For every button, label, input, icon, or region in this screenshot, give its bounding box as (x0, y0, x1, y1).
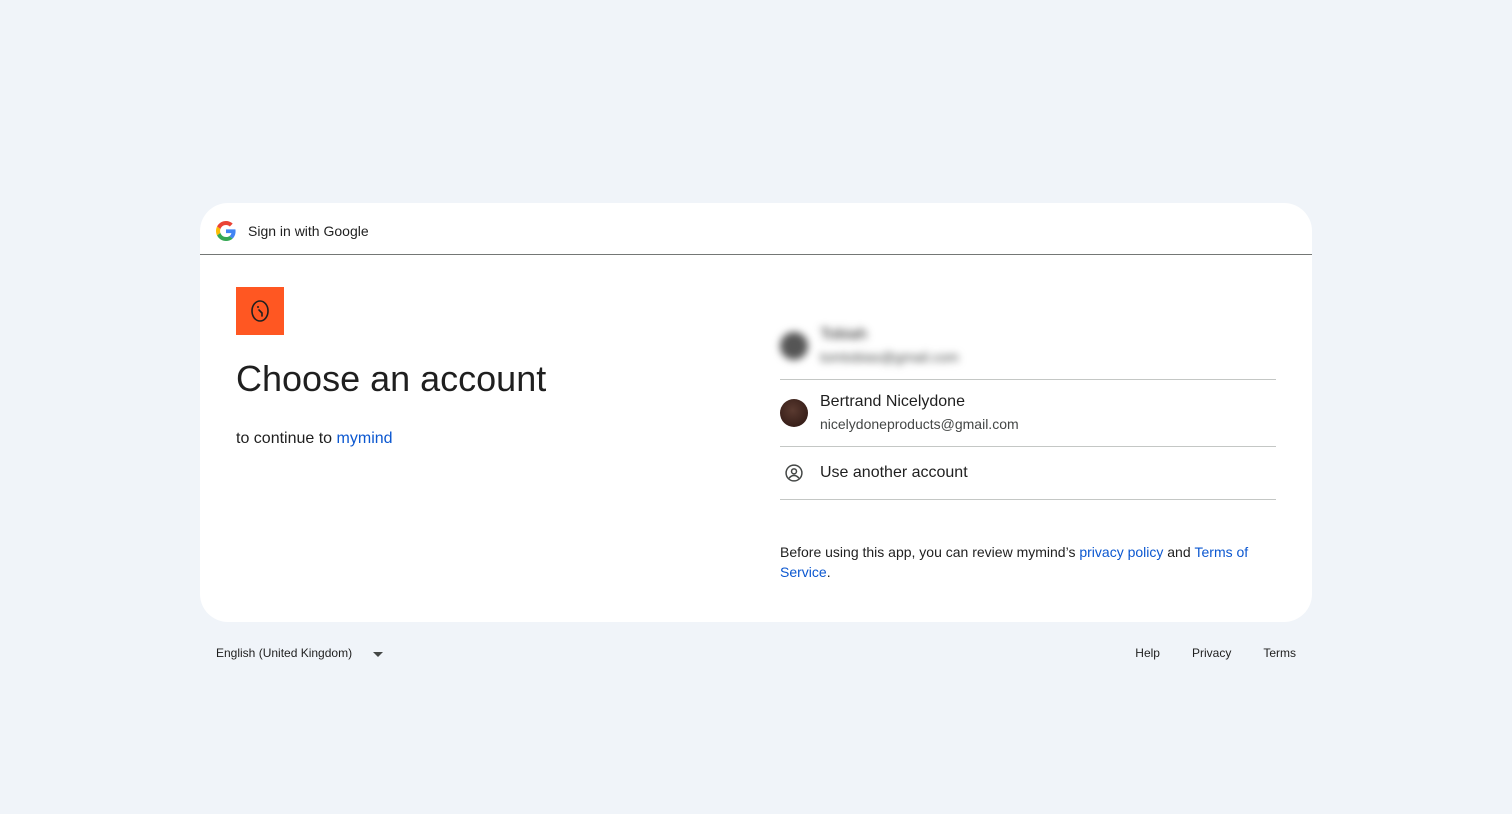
account-list: Tobiah tomtobias@gmail.com Bertrand Nice… (780, 313, 1276, 500)
disclaimer-period: . (826, 564, 831, 580)
account-item[interactable]: Bertrand Nicelydone nicelydoneproducts@g… (780, 380, 1276, 447)
account-email: nicelydoneproducts@gmail.com (820, 416, 1019, 432)
app-name-link[interactable]: mymind (337, 430, 393, 447)
google-g-icon (216, 221, 236, 241)
account-name: Bertrand Nicelydone (820, 393, 965, 410)
subtitle: to continue to mymind (236, 429, 393, 449)
sign-in-card: Sign in with Google Choose an account to… (200, 203, 1312, 622)
account-item[interactable]: Tobiah tomtobias@gmail.com (780, 313, 1276, 380)
page-title: Choose an account (236, 358, 547, 399)
language-selector[interactable]: English (United Kingdom) (216, 645, 352, 661)
terms-link[interactable]: Terms (1263, 645, 1296, 661)
privacy-policy-link[interactable]: privacy policy (1079, 544, 1163, 560)
use-another-account-label: Use another account (820, 464, 968, 481)
disclaimer-and: and (1167, 544, 1191, 560)
disclaimer-text: Before using this app, you can review my… (780, 544, 1076, 560)
footer-links: Help Privacy Terms (1135, 645, 1296, 661)
card-header: Sign in with Google (200, 203, 1312, 255)
avatar (780, 399, 808, 427)
account-email: tomtobias@gmail.com (820, 349, 959, 365)
account-circle-icon (785, 464, 803, 482)
avatar (780, 332, 808, 360)
subtitle-text: to continue to (236, 430, 333, 447)
help-link[interactable]: Help (1135, 645, 1160, 661)
account-name: Tobiah (820, 326, 868, 343)
header-title: Sign in with Google (248, 223, 369, 239)
disclaimer: Before using this app, you can review my… (780, 542, 1280, 582)
chevron-down-icon[interactable] (373, 652, 383, 657)
mymind-logo-icon (236, 287, 284, 335)
footer: English (United Kingdom) Help Privacy Te… (200, 640, 1312, 668)
privacy-link[interactable]: Privacy (1192, 645, 1231, 661)
use-another-account-button[interactable]: Use another account (780, 447, 1276, 500)
